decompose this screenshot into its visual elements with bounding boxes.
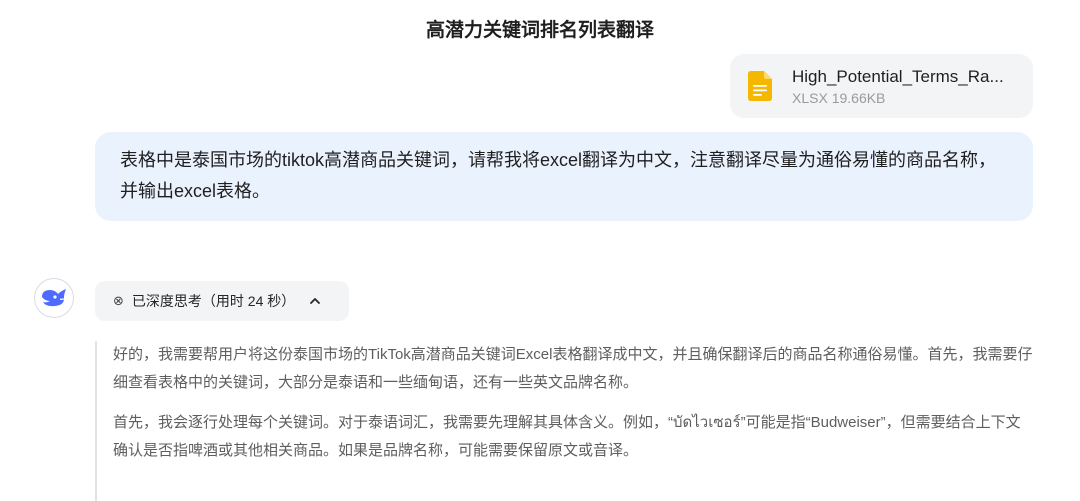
conversation-title: 高潜力关键词排名列表翻译 xyxy=(425,20,654,41)
atom-icon: ⊗ xyxy=(113,293,124,308)
spreadsheet-file-icon xyxy=(748,71,772,101)
user-message-bubble: 表格中是泰国市场的tiktok高潜商品关键词，请帮我将excel翻译为中文，注意… xyxy=(95,132,1033,221)
attachment-file-size: XLSX 19.66KB xyxy=(792,89,886,106)
whale-logo-icon xyxy=(42,289,66,307)
thinking-toggle-label: 已深度思考（用时 24 秒） xyxy=(131,293,296,309)
chevron-up-icon xyxy=(310,298,321,304)
assistant-avatar xyxy=(34,278,74,318)
thinking-content: 好的，我需要帮用户将这份泰国市场的TikTok高潜商品关键词Excel表格翻译成… xyxy=(95,341,1035,501)
attachment-file-name: High_Potential_Terms_Ra... xyxy=(792,66,1004,86)
thinking-toggle-button[interactable]: ⊗ 已深度思考（用时 24 秒） xyxy=(95,281,349,321)
thinking-paragraph: 好的，我需要帮用户将这份泰国市场的TikTok高潜商品关键词Excel表格翻译成… xyxy=(113,346,1033,391)
attachment-card[interactable]: High_Potential_Terms_Ra... XLSX 19.66KB xyxy=(730,54,1033,118)
thinking-paragraph: 首先，我会逐行处理每个关键词。对于泰语词汇，我需要先理解其具体含义。例如，“บั… xyxy=(113,414,1021,459)
